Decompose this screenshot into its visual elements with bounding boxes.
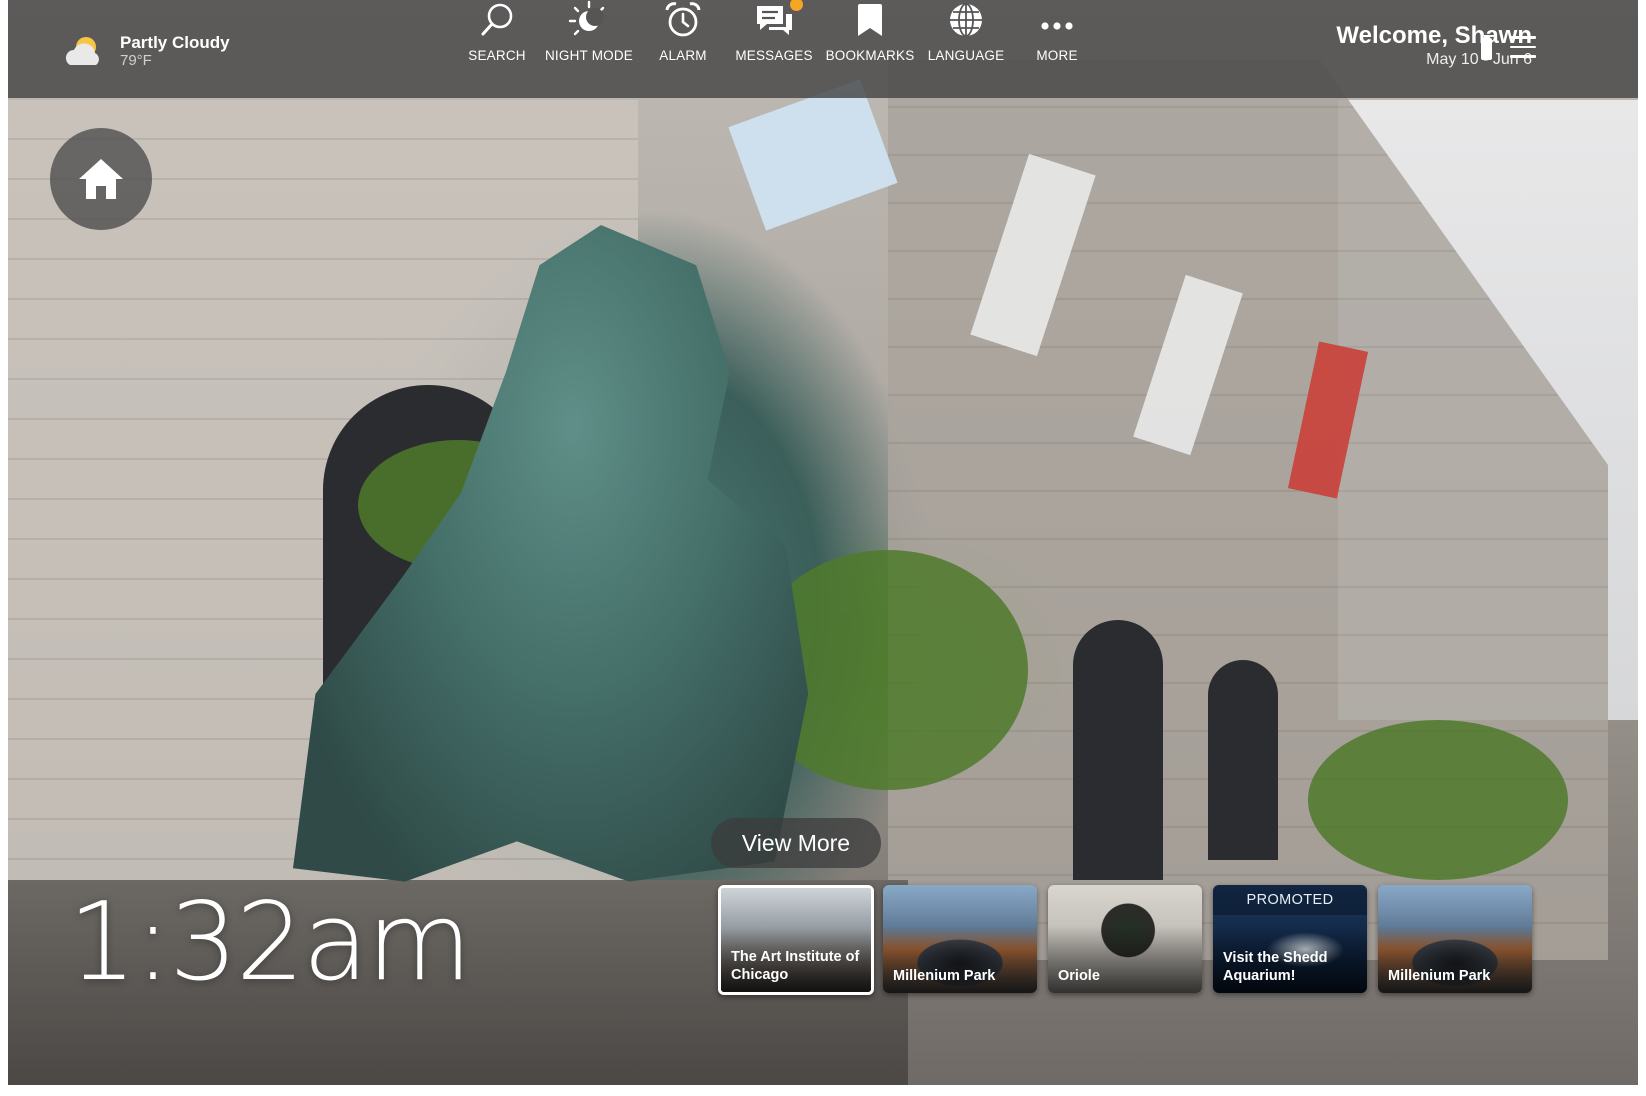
home-icon bbox=[79, 159, 123, 199]
weather-widget[interactable]: Partly Cloudy 79°F bbox=[60, 28, 230, 74]
arch-doorway bbox=[1208, 660, 1278, 860]
search-icon bbox=[481, 3, 513, 36]
card-title: Visit the Shedd Aquarium! bbox=[1223, 950, 1328, 984]
nav-alarm[interactable]: ALARM bbox=[633, 0, 733, 63]
flag bbox=[728, 79, 898, 231]
nav-search[interactable]: SEARCH bbox=[447, 0, 547, 63]
planter-shrub bbox=[1308, 720, 1568, 880]
card-title: Millenium Park bbox=[893, 967, 996, 984]
card-title: Millenium Park bbox=[1388, 967, 1491, 984]
nav-language[interactable]: LANGUAGE bbox=[916, 0, 1016, 63]
nav-messages[interactable]: MESSAGES bbox=[724, 0, 824, 63]
messages-icon bbox=[757, 6, 792, 35]
nav-language-label: LANGUAGE bbox=[927, 48, 1005, 63]
globe-icon bbox=[950, 3, 982, 37]
bookmark-icon bbox=[858, 4, 882, 36]
battery-icon bbox=[1481, 35, 1492, 60]
welcome-message: Welcome, Shawn bbox=[1336, 22, 1532, 49]
promoted-label: PROMOTED bbox=[1213, 885, 1367, 915]
card-art-institute[interactable]: The Art Institute of Chicago bbox=[718, 885, 874, 995]
home-button[interactable] bbox=[50, 128, 152, 230]
card-shedd-aquarium[interactable]: PROMOTED Visit the Shedd Aquarium! bbox=[1213, 885, 1367, 993]
card-millenium-park[interactable]: Millenium Park bbox=[883, 885, 1037, 993]
nav-night-mode-label: NIGHT MODE bbox=[544, 48, 633, 63]
nav-search-label: SEARCH bbox=[468, 48, 526, 63]
card-millenium-park-2[interactable]: Millenium Park bbox=[1378, 885, 1532, 993]
card-title: The Art Institute of Chicago bbox=[731, 949, 860, 983]
nav-night-mode[interactable]: NIGHT MODE bbox=[539, 0, 639, 63]
recommendation-carousel: The Art Institute of Chicago Millenium P… bbox=[718, 885, 1638, 997]
card-oriole[interactable]: Oriole bbox=[1048, 885, 1202, 993]
nav-more[interactable]: MORE bbox=[1007, 0, 1107, 63]
more-icon bbox=[1041, 22, 1073, 30]
nav-bookmarks[interactable]: BOOKMARKS bbox=[820, 0, 920, 63]
partly-cloudy-icon bbox=[60, 31, 112, 71]
guest-welcome: Welcome, Shawn May 10 - Jun 6 bbox=[1336, 22, 1532, 69]
card-title: Oriole bbox=[1058, 967, 1100, 984]
stay-dates: May 10 - Jun 6 bbox=[1426, 51, 1532, 68]
arch-doorway bbox=[1073, 620, 1163, 880]
night-mode-icon bbox=[568, 0, 605, 36]
notification-badge bbox=[790, 0, 803, 11]
home-screen: Partly Cloudy 79°F SEARCH NIGHT MODE ALA… bbox=[8, 0, 1638, 1085]
hamburger-menu-icon[interactable] bbox=[1510, 36, 1536, 60]
nav-bookmarks-label: BOOKMARKS bbox=[825, 48, 915, 63]
nav-more-label: MORE bbox=[1036, 48, 1078, 63]
nav-alarm-label: ALARM bbox=[659, 48, 707, 63]
weather-condition: Partly Cloudy bbox=[120, 32, 230, 52]
weather-temperature: 79°F bbox=[120, 52, 152, 70]
alarm-icon bbox=[665, 2, 701, 37]
top-bar: Partly Cloudy 79°F SEARCH NIGHT MODE ALA… bbox=[8, 0, 1638, 98]
clock-time: 1:32am bbox=[68, 880, 472, 1005]
nav-messages-label: MESSAGES bbox=[735, 48, 813, 63]
view-more-button[interactable]: View More bbox=[711, 818, 881, 868]
